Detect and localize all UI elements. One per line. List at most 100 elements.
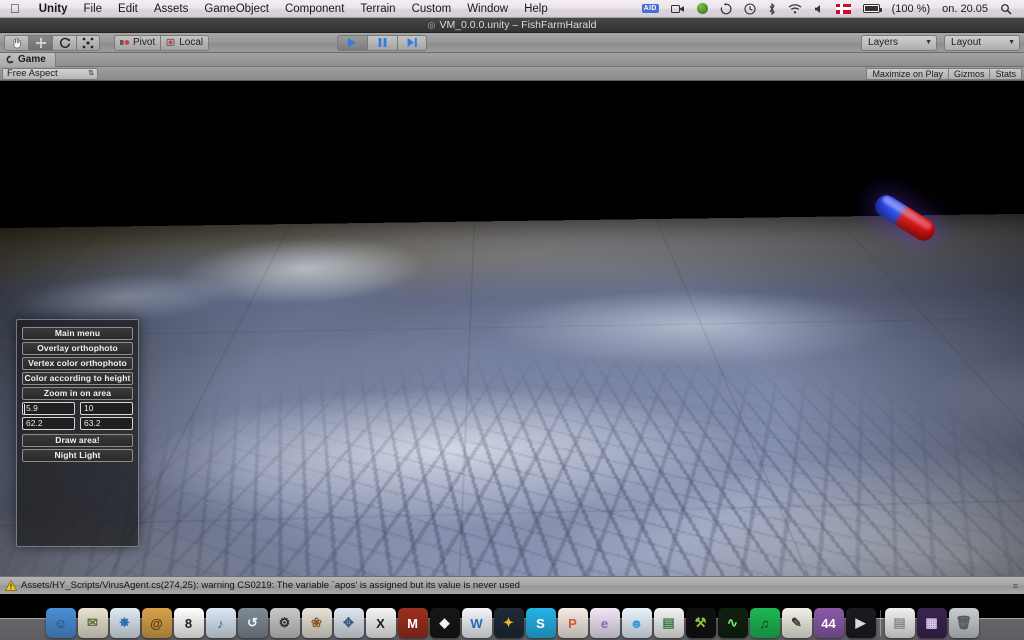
dock-item-finder[interactable]: ☺: [46, 608, 76, 638]
layers-dropdown[interactable]: Layers ▼: [861, 35, 937, 51]
dock-item-address-book[interactable]: @: [142, 608, 172, 638]
play-button[interactable]: [337, 35, 367, 51]
menu-item-custom[interactable]: Custom: [404, 0, 460, 18]
clock-label[interactable]: on. 20.05: [936, 0, 994, 18]
dock-item-preview[interactable]: ✥: [334, 608, 364, 638]
zoom-in-on-area-button[interactable]: Zoom in on area: [22, 387, 133, 400]
local-label: Local: [179, 37, 203, 48]
dock-item-messenger[interactable]: ☻: [622, 608, 652, 638]
tab-game[interactable]: Game: [0, 53, 56, 67]
alarm-clock-icon: 44: [814, 608, 844, 638]
dock-item-firefox[interactable]: ✦: [494, 608, 524, 638]
bluetooth-icon[interactable]: [762, 0, 782, 18]
hand-tool-icon[interactable]: [4, 35, 28, 51]
sync-icon[interactable]: [714, 0, 738, 18]
draw-area-button[interactable]: Draw area!: [22, 434, 133, 447]
gizmos-toggle[interactable]: Gizmos: [948, 68, 990, 80]
keyboard-flag-icon[interactable]: [830, 0, 857, 18]
menubar-status-area: AID (100 %) on. 20.05: [636, 0, 1024, 18]
game-viewport[interactable]: Main menu Overlay orthophoto Vertex colo…: [0, 81, 1024, 576]
dock-item-unity[interactable]: ◆: [430, 608, 460, 638]
airplay-icon[interactable]: AID: [636, 0, 665, 18]
dock-item-mendeley[interactable]: M: [398, 608, 428, 638]
system-preferences-icon: ⚙: [270, 608, 300, 638]
transform-tool-group: [4, 35, 100, 51]
menu-item-terrain[interactable]: Terrain: [352, 0, 403, 18]
layers-label: Layers: [868, 37, 898, 48]
pivot-toggle[interactable]: Pivot: [114, 35, 160, 51]
main-menu-button[interactable]: Main menu: [22, 327, 133, 340]
spotlight-search-icon[interactable]: [994, 0, 1018, 18]
dock-item-document-stack[interactable]: ▤: [885, 608, 915, 638]
trash-icon: 🗑: [949, 608, 979, 638]
overlay-orthophoto-button[interactable]: Overlay orthophoto: [22, 342, 133, 355]
dock-item-skype[interactable]: S: [526, 608, 556, 638]
dock-item-mail[interactable]: ✉: [78, 608, 108, 638]
dock-items: ☺ ✉ ✸ @8 ♪ ↺ ⚙ ❀ ✥ X M ◆ W ✦ S Pe ☻ ▤ ⚒ ∿ ♫ ✎ 44 ▶ ▤ ▦ 🗑: [0, 596, 1024, 638]
dock-item-powerpoint[interactable]: P: [558, 608, 588, 638]
dock-item-word[interactable]: W: [462, 608, 492, 638]
zoom-y-max-input[interactable]: 63.2: [80, 417, 133, 430]
dock-item-system-preferences[interactable]: ⚙: [270, 608, 300, 638]
dock-item-toy-tractor[interactable]: ⚒: [686, 608, 716, 638]
entourage-icon: e: [590, 608, 620, 638]
dropbox-icon[interactable]: [691, 0, 714, 18]
stats-toggle[interactable]: Stats: [989, 68, 1022, 80]
game-view-toggles: Maximize on Play Gizmos Stats: [866, 68, 1022, 80]
volume-icon[interactable]: [808, 0, 830, 18]
zoom-x-min-input[interactable]: 5.9: [22, 402, 75, 415]
scale-tool-icon[interactable]: [76, 35, 100, 51]
dock-item-numbers[interactable]: ▤: [654, 608, 684, 638]
resize-grip-icon[interactable]: ≡: [1013, 581, 1019, 591]
dock-item-safari[interactable]: ✸: [110, 608, 140, 638]
dock-item-trash[interactable]: 🗑: [949, 608, 979, 638]
menu-item-unity[interactable]: Unity: [31, 0, 76, 18]
color-according-to-height-button[interactable]: Color according to height: [22, 372, 133, 385]
move-tool-icon[interactable]: [28, 35, 52, 51]
dock-item-itunes[interactable]: ♪: [206, 608, 236, 638]
menu-item-edit[interactable]: Edit: [110, 0, 146, 18]
vertex-color-orthophoto-button[interactable]: Vertex color orthophoto: [22, 357, 133, 370]
step-button[interactable]: [397, 35, 427, 51]
local-toggle[interactable]: Local: [160, 35, 209, 51]
dock-item-activity-monitor[interactable]: ∿: [718, 608, 748, 638]
screen-recording-icon[interactable]: [665, 0, 691, 18]
apple-menu-icon[interactable]: : [0, 2, 31, 15]
terrain-mesh: [0, 213, 1024, 576]
zoom-x-max-input[interactable]: 10: [80, 402, 133, 415]
menu-item-gameobject[interactable]: GameObject: [196, 0, 277, 18]
pause-button[interactable]: [367, 35, 397, 51]
game-tab-icon: [6, 55, 15, 64]
night-light-button[interactable]: Night Light: [22, 449, 133, 462]
rotate-tool-icon[interactable]: [52, 35, 76, 51]
editor-tab-bar: Game: [0, 53, 1024, 67]
zoom-y-min-input[interactable]: 62.2: [22, 417, 75, 430]
dock-item-iphoto[interactable]: ❀: [302, 608, 332, 638]
dock-item-terminal-window[interactable]: ▦: [917, 608, 947, 638]
dock-item-calendar[interactable]: 8: [174, 608, 204, 638]
battery-icon[interactable]: [857, 0, 886, 18]
dock-item-xcode[interactable]: X: [366, 608, 396, 638]
layout-dropdown[interactable]: Layout ▼: [944, 35, 1020, 51]
menu-item-component[interactable]: Component: [277, 0, 352, 18]
dock-item-notes[interactable]: ✎: [782, 608, 812, 638]
dock-item-time-machine[interactable]: ↺: [238, 608, 268, 638]
dock-item-entourage[interactable]: e: [590, 608, 620, 638]
time-machine-icon[interactable]: [738, 0, 762, 18]
menu-item-help[interactable]: Help: [516, 0, 556, 18]
dock-item-quicktime[interactable]: ▶: [846, 608, 876, 638]
messenger-icon: ☻: [622, 608, 652, 638]
menu-item-window[interactable]: Window: [459, 0, 516, 18]
time-machine-icon: ↺: [238, 608, 268, 638]
menu-item-assets[interactable]: Assets: [146, 0, 197, 18]
dock-item-alarm-clock[interactable]: 44: [814, 608, 844, 638]
maximize-on-play-toggle[interactable]: Maximize on Play: [866, 68, 948, 80]
menu-item-file[interactable]: File: [76, 0, 111, 18]
wifi-icon[interactable]: [782, 0, 808, 18]
in-game-control-panel: Main menu Overlay orthophoto Vertex colo…: [16, 319, 139, 547]
mendeley-icon: M: [398, 608, 428, 638]
aspect-ratio-dropdown[interactable]: Free Aspect ⇅: [2, 68, 98, 80]
status-bar[interactable]: Assets/HY_Scripts/VirusAgent.cs(274,25):…: [0, 576, 1024, 594]
dock-item-spotify[interactable]: ♫: [750, 608, 780, 638]
dock-separator: [878, 608, 883, 638]
